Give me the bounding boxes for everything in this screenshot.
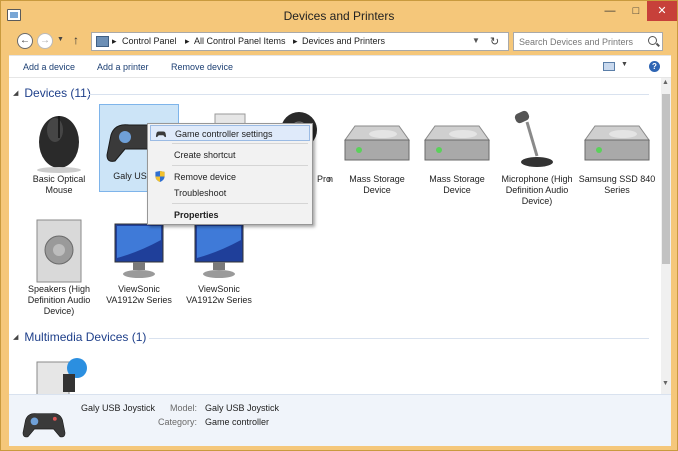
multimedia-group-header[interactable]: ◢ Multimedia Devices (1) — [13, 330, 146, 344]
content-area: Add a device Add a printer Remove device… — [9, 55, 671, 446]
menu-separator — [172, 143, 308, 144]
scroll-down-icon[interactable]: ▼ — [662, 380, 669, 387]
address-bar: ← → ▼ ↑ ▸ Control Panel ▸ All Control Pa… — [9, 31, 671, 53]
command-bar: Add a device Add a printer Remove device… — [9, 56, 671, 78]
details-device-name: Galy USB Joystick — [81, 403, 156, 413]
collapse-chevron-icon[interactable]: ◢ — [13, 89, 18, 97]
title-bar[interactable]: Devices and Printers — □ ✕ — [1, 1, 677, 31]
close-button[interactable]: ✕ — [647, 1, 677, 21]
device-microphone[interactable]: Microphone (High Definition Audio Device… — [497, 108, 577, 207]
search-icon[interactable] — [648, 36, 657, 45]
vertical-scrollbar[interactable]: ▲ ▼ — [661, 78, 671, 394]
device-media-server[interactable] — [19, 350, 99, 394]
device-label: Samsung SSD 840 Series — [578, 174, 656, 195]
menu-separator — [172, 203, 308, 204]
device-viewsonic-1[interactable]: ViewSonic VA1912w Series — [99, 218, 179, 306]
add-device-button[interactable]: Add a device — [23, 62, 75, 72]
search-placeholder: Search Devices and Printers — [519, 37, 634, 47]
forward-button[interactable]: → — [37, 33, 53, 49]
device-label: Mass Storage Device — [429, 174, 485, 195]
menu-item-create-shortcut[interactable]: Create shortcut — [150, 147, 310, 163]
device-samsung-ssd[interactable]: Samsung SSD 840 Series — [577, 108, 657, 196]
search-input[interactable]: Search Devices and Printers — [513, 32, 663, 51]
menu-item-remove-device[interactable]: Remove device — [150, 169, 310, 185]
window-title: Devices and Printers — [283, 9, 395, 23]
group-divider — [149, 338, 649, 339]
up-button[interactable]: ↑ — [73, 33, 79, 47]
device-mass-storage-2[interactable]: Mass Storage Device — [417, 108, 497, 196]
details-pane: Galy USB Joystick Model: Galy USB Joysti… — [9, 394, 671, 446]
mouse-icon — [19, 108, 99, 174]
back-button[interactable]: ← — [17, 33, 33, 49]
minimize-button[interactable]: — — [597, 1, 623, 21]
devices-group-header[interactable]: ◢ Devices (11) — [13, 86, 91, 100]
details-category-value: Game controller — [205, 417, 270, 427]
add-printer-button[interactable]: Add a printer — [97, 62, 149, 72]
help-icon[interactable]: ? — [649, 61, 660, 72]
device-list: ◢ Devices (11) Basic Optical Mouse Galy … — [9, 78, 661, 394]
menu-item-properties[interactable]: Properties — [150, 207, 310, 223]
device-label: ViewSonic VA1912w Series — [106, 284, 172, 305]
group-divider — [89, 94, 649, 95]
collapse-chevron-icon[interactable]: ◢ — [13, 333, 18, 341]
breadcrumb-control-panel[interactable]: Control Panel — [122, 36, 177, 46]
gamepad-icon — [155, 128, 167, 139]
devices-and-printers-window: Devices and Printers — □ ✕ ← → ▼ ↑ ▸ Con… — [0, 0, 678, 451]
address-dropdown[interactable]: ▼ — [472, 36, 480, 45]
drive-icon — [417, 108, 497, 174]
details-model-value: Galy USB Joystick — [205, 403, 280, 413]
address-field[interactable]: ▸ Control Panel ▸ All Control Panel Item… — [91, 32, 509, 51]
breadcrumb-devices-printers[interactable]: Devices and Printers — [302, 36, 385, 46]
details-category-label: Category: — [157, 417, 197, 427]
device-mass-storage-1[interactable]: Mass Storage Device — [337, 108, 417, 196]
breadcrumb-separator[interactable]: ▸ — [112, 36, 117, 47]
shield-icon — [154, 171, 166, 182]
device-viewsonic-2[interactable]: ViewSonic VA1912w Series — [179, 218, 259, 306]
menu-separator — [172, 165, 308, 166]
monitor-icon — [99, 218, 179, 284]
device-label: ViewSonic VA1912w Series — [186, 284, 252, 305]
media-device-icon — [19, 350, 99, 394]
remove-device-button[interactable]: Remove device — [171, 62, 233, 72]
view-options-dropdown[interactable]: ▼ — [621, 61, 628, 68]
gamepad-icon — [19, 401, 69, 443]
microphone-icon — [497, 108, 577, 174]
device-label: Mass Storage Device — [349, 174, 405, 195]
device-label: Speakers (High Definition Audio Device) — [27, 284, 91, 316]
menu-item-game-controller-settings[interactable]: Game controller settings — [150, 125, 310, 141]
drive-icon — [577, 108, 657, 174]
scroll-up-icon[interactable]: ▲ — [662, 79, 669, 86]
breadcrumb-all-items[interactable]: All Control Panel Items — [194, 36, 286, 46]
scroll-thumb[interactable] — [662, 94, 670, 264]
device-label: Microphone (High Definition Audio Device… — [501, 174, 573, 206]
refresh-icon[interactable]: ↻ — [490, 35, 499, 48]
device-basic-optical-mouse[interactable]: Basic Optical Mouse — [19, 108, 99, 196]
monitor-icon — [179, 218, 259, 284]
drive-icon — [337, 108, 417, 174]
speaker-icon — [19, 218, 99, 284]
control-panel-icon — [96, 36, 109, 47]
details-model-label: Model: — [169, 403, 197, 413]
context-menu: Game controller settings Create shortcut… — [147, 123, 313, 225]
device-label: Basic Optical Mouse — [32, 174, 86, 195]
recent-locations-dropdown[interactable]: ▼ — [57, 36, 64, 43]
menu-item-troubleshoot[interactable]: Troubleshoot — [150, 185, 310, 201]
device-speakers[interactable]: Speakers (High Definition Audio Device) — [19, 218, 99, 317]
breadcrumb-separator[interactable]: ▸ — [293, 36, 298, 47]
maximize-button[interactable]: □ — [623, 1, 649, 21]
breadcrumb-separator[interactable]: ▸ — [185, 36, 190, 47]
change-view-icon[interactable] — [603, 62, 615, 71]
